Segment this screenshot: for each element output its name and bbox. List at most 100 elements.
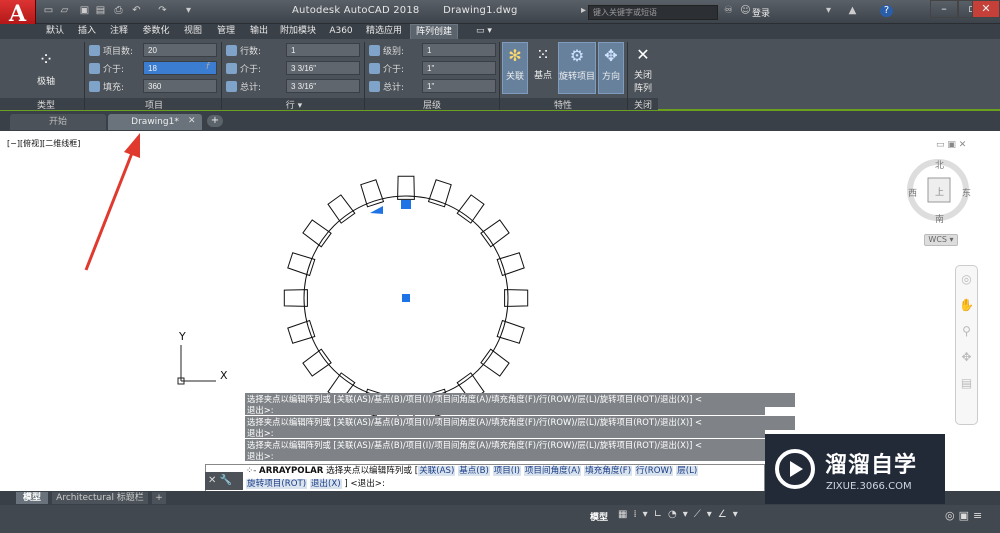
binoculars-icon[interactable]: ♾ bbox=[722, 5, 735, 17]
open-icon[interactable]: ▱ bbox=[58, 5, 71, 17]
tab-default[interactable]: 默认 bbox=[40, 24, 70, 39]
tab-manage[interactable]: 管理 bbox=[210, 24, 242, 39]
redo-icon[interactable]: ↷ bbox=[156, 5, 169, 17]
print-icon[interactable]: ⎙ bbox=[112, 5, 125, 17]
level-total-field[interactable] bbox=[422, 79, 496, 93]
model-space-button[interactable]: 模型 bbox=[590, 510, 608, 523]
wcs-menu[interactable]: WCS ▾ bbox=[924, 234, 958, 246]
close-tab-icon[interactable]: ✕ bbox=[188, 116, 196, 126]
row-spacing-field[interactable] bbox=[286, 61, 360, 75]
rows-count-field[interactable] bbox=[286, 43, 360, 57]
properties-panel-title: 特性 bbox=[553, 101, 572, 111]
zoom-icon[interactable]: ⚲ bbox=[956, 318, 977, 344]
formula-icon[interactable]: f bbox=[206, 62, 209, 72]
tab-insert[interactable]: 插入 bbox=[72, 24, 102, 39]
cmd-history-line: 选择夹点以编辑阵列或 [关联(AS)/基点(B)/项目(I)/项目间角度(A)/… bbox=[245, 393, 795, 407]
status-right-icons[interactable]: ◎▣≡ bbox=[945, 509, 986, 522]
cmd-option[interactable]: 层(L) bbox=[676, 466, 699, 476]
close-window-button[interactable]: ✕ bbox=[972, 0, 1000, 18]
cmd-option[interactable]: 旋转项目(ROT) bbox=[246, 479, 308, 489]
direction-button[interactable]: ✥ 方向 bbox=[598, 42, 624, 94]
tab-annotate[interactable]: 注释 bbox=[104, 24, 134, 39]
search-input[interactable]: 键入关键字或短语 bbox=[588, 5, 718, 20]
add-layout-button[interactable]: + bbox=[152, 492, 166, 504]
undo-icon[interactable]: ↶ bbox=[130, 5, 143, 17]
save-as-icon[interactable]: ▤ bbox=[94, 5, 107, 17]
angle-grip[interactable] bbox=[370, 206, 383, 214]
level-spacing-field[interactable] bbox=[422, 61, 496, 75]
cmd-option[interactable]: 基点(B) bbox=[458, 466, 490, 476]
viewcube-south[interactable]: 南 bbox=[935, 212, 944, 225]
tab-featured-apps[interactable]: 精选应用 bbox=[362, 24, 406, 39]
user-icon[interactable]: ☺ bbox=[739, 5, 752, 17]
angle-between-icon bbox=[89, 63, 100, 74]
viewcube-east[interactable]: 东 bbox=[962, 186, 971, 199]
annotation-arrow-line bbox=[84, 152, 134, 271]
array-tooth[interactable] bbox=[360, 179, 385, 208]
array-tooth[interactable] bbox=[287, 252, 316, 277]
viewcube-west[interactable]: 西 bbox=[908, 186, 917, 199]
viewcube-north[interactable]: 北 bbox=[935, 158, 944, 171]
array-tooth[interactable] bbox=[287, 319, 316, 344]
direction-label: 方向 bbox=[601, 72, 620, 82]
array-tooth[interactable] bbox=[427, 179, 452, 208]
item-count-icon bbox=[89, 45, 100, 56]
level-total-label: 总计: bbox=[383, 83, 405, 93]
status-toggles[interactable]: ▦⁞▾∟◔▾⟋▾∠▾ bbox=[618, 509, 744, 520]
tab-a360[interactable]: A360 bbox=[324, 24, 358, 39]
close-array-button[interactable]: ✕ 关闭 阵列 bbox=[630, 42, 656, 94]
tab-model[interactable]: 模型 bbox=[16, 492, 48, 504]
item-grip[interactable] bbox=[401, 200, 411, 209]
tab-view[interactable]: 视图 bbox=[178, 24, 208, 39]
item-count-field[interactable] bbox=[143, 43, 217, 57]
showmotion-icon[interactable]: ▤ bbox=[956, 370, 977, 396]
tab-array-creation[interactable]: 阵列创建 bbox=[410, 24, 458, 39]
levels-count-field[interactable] bbox=[422, 43, 496, 57]
pan-icon[interactable]: ✋ bbox=[956, 292, 977, 318]
tab-parametric[interactable]: 参数化 bbox=[138, 24, 174, 39]
annotation-arrow-head bbox=[124, 133, 140, 158]
array-tooth[interactable] bbox=[496, 319, 525, 344]
cmd-option[interactable]: 退出(X) bbox=[309, 479, 342, 489]
cmd-option[interactable]: 行(ROW) bbox=[634, 466, 674, 476]
fill-angle-field[interactable] bbox=[143, 79, 217, 93]
orbit-icon[interactable]: ✥ bbox=[956, 344, 977, 370]
cmd-option[interactable]: 项目间角度(A) bbox=[523, 466, 582, 476]
exchange-icon[interactable]: ▲ bbox=[846, 5, 859, 17]
viewport-window-controls[interactable]: ▭ ▣ ✕ bbox=[936, 140, 966, 150]
center-grip[interactable] bbox=[402, 294, 410, 302]
customize-cmd-icon[interactable]: 🔧 bbox=[220, 475, 232, 486]
associative-button[interactable]: ✻ 关联 bbox=[502, 42, 528, 94]
array-tooth[interactable] bbox=[496, 252, 525, 277]
command-prompt[interactable]: ⁘- ARRAYPOLAR 选择夹点以编辑阵列或 [关联(AS) 基点(B) 项… bbox=[246, 465, 699, 491]
polar-type-button[interactable]: ⁘ 极轴 bbox=[24, 42, 68, 94]
new-icon[interactable]: ▭ bbox=[42, 5, 55, 17]
customize-quick-access-icon[interactable]: ▾ bbox=[182, 5, 195, 17]
viewport-controls[interactable]: [−][俯视][二维线框] bbox=[7, 138, 80, 149]
tab-layout-architectural[interactable]: Architectural 标题栏 bbox=[52, 492, 148, 504]
navigation-bar[interactable]: ◎ ✋ ⚲ ✥ ▤ bbox=[955, 265, 978, 425]
rows-icon bbox=[226, 45, 237, 56]
ribbon-minimize-icon[interactable]: ▭ ▾ bbox=[470, 24, 498, 39]
tab-start[interactable]: 开始 bbox=[10, 114, 106, 130]
cmd-option[interactable]: 关联(AS) bbox=[418, 466, 456, 476]
rows-panel-title[interactable]: 行 ▾ bbox=[226, 98, 362, 111]
login-button[interactable]: 登录 bbox=[752, 6, 770, 19]
new-tab-icon[interactable]: + bbox=[207, 115, 223, 127]
associative-label: 关联 bbox=[505, 72, 524, 82]
minimize-button[interactable]: – bbox=[930, 0, 958, 18]
help-icon[interactable]: ? bbox=[880, 5, 893, 17]
tab-output[interactable]: 输出 bbox=[244, 24, 274, 39]
command-line-controls[interactable]: ✕ 🔧 bbox=[205, 472, 243, 490]
cart-icon[interactable]: ▾ bbox=[822, 5, 835, 17]
row-total-field[interactable] bbox=[286, 79, 360, 93]
close-cmd-icon[interactable]: ✕ bbox=[208, 475, 216, 486]
type-panel-title: 类型 bbox=[36, 101, 55, 111]
rotate-items-button[interactable]: ⚙ 旋转项目 bbox=[558, 42, 596, 94]
steering-wheel-icon[interactable]: ◎ bbox=[956, 266, 977, 292]
save-icon[interactable]: ▣ bbox=[78, 5, 91, 17]
cmd-option[interactable]: 项目(I) bbox=[492, 466, 522, 476]
cmd-option[interactable]: 填充角度(F) bbox=[584, 466, 633, 476]
basepoint-button[interactable]: ⁙ 基点 bbox=[530, 42, 556, 94]
tab-addins[interactable]: 附加模块 bbox=[276, 24, 320, 39]
